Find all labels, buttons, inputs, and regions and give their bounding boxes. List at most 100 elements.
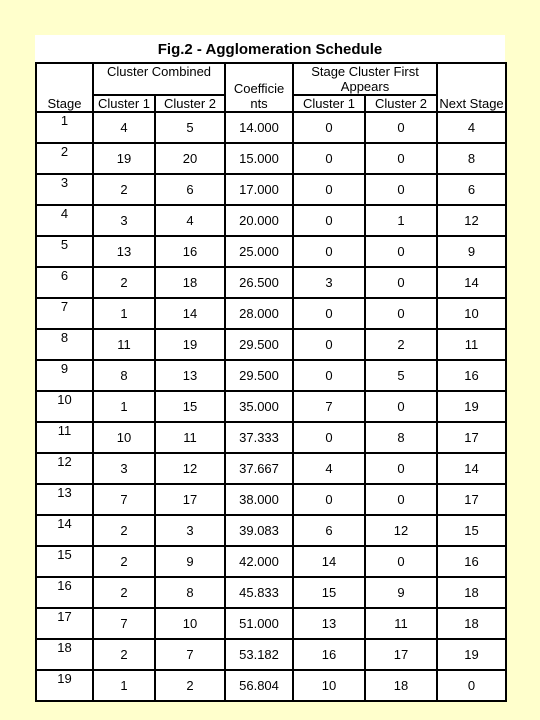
cell-first-appears-cluster-1: 0 <box>292 328 367 361</box>
cell-combined-cluster-2: 11 <box>153 421 227 454</box>
table-row: 15 2 9 42.000 14 0 16 <box>35 545 508 578</box>
cell-combined-cluster-2: 2 <box>153 669 227 702</box>
cell-stage: 9 <box>35 359 94 392</box>
cell-first-appears-cluster-2: 9 <box>364 576 439 609</box>
cell-combined-cluster-2: 20 <box>153 142 227 175</box>
cell-combined-cluster-1: 2 <box>92 514 156 547</box>
cell-next-stage: 0 <box>436 669 508 702</box>
cell-combined-cluster-1: 4 <box>92 111 156 144</box>
cell-combined-cluster-1: 7 <box>92 483 156 516</box>
cell-coefficient: 29.500 <box>224 328 295 361</box>
table-row: 3 2 6 17.000 0 0 6 <box>35 173 508 206</box>
cell-stage: 10 <box>35 390 94 423</box>
cell-combined-cluster-2: 17 <box>153 483 227 516</box>
cell-stage: 11 <box>35 421 94 454</box>
cell-combined-cluster-2: 10 <box>153 607 227 640</box>
header-first-appears-cluster-2: Cluster 2 <box>364 94 439 113</box>
cell-next-stage: 4 <box>436 111 508 144</box>
cell-first-appears-cluster-1: 10 <box>292 669 367 702</box>
cell-first-appears-cluster-2: 8 <box>364 421 439 454</box>
cell-combined-cluster-1: 2 <box>92 576 156 609</box>
cell-first-appears-cluster-2: 0 <box>364 173 439 206</box>
cell-coefficient: 25.000 <box>224 235 295 268</box>
cell-next-stage: 9 <box>436 235 508 268</box>
cell-first-appears-cluster-2: 2 <box>364 328 439 361</box>
cell-first-appears-cluster-1: 7 <box>292 390 367 423</box>
cell-next-stage: 11 <box>436 328 508 361</box>
table-body: 1 4 5 14.000 0 0 4 2 19 20 15.000 0 0 8 3 2 6 17.000 0 0 6 4 3… <box>35 111 508 702</box>
cell-combined-cluster-1: 1 <box>92 669 156 702</box>
cell-stage: 2 <box>35 142 94 175</box>
table-row: 8 11 19 29.500 0 2 11 <box>35 328 508 361</box>
cell-stage: 6 <box>35 266 94 299</box>
cell-stage: 8 <box>35 328 94 361</box>
table-header: Stage Cluster Combined Coefficie nts Sta… <box>35 62 508 113</box>
cell-combined-cluster-1: 2 <box>92 638 156 671</box>
table-row: 4 3 4 20.000 0 1 12 <box>35 204 508 237</box>
cell-combined-cluster-2: 9 <box>153 545 227 578</box>
cell-coefficient: 53.182 <box>224 638 295 671</box>
table-row: 2 19 20 15.000 0 0 8 <box>35 142 508 175</box>
table-row: 14 2 3 39.083 6 12 15 <box>35 514 508 547</box>
cell-combined-cluster-2: 12 <box>153 452 227 485</box>
cell-first-appears-cluster-2: 0 <box>364 111 439 144</box>
cell-combined-cluster-1: 1 <box>92 297 156 330</box>
table-row: 1 4 5 14.000 0 0 4 <box>35 111 508 144</box>
cell-first-appears-cluster-1: 0 <box>292 359 367 392</box>
cell-first-appears-cluster-2: 0 <box>364 545 439 578</box>
cell-first-appears-cluster-2: 0 <box>364 483 439 516</box>
cell-first-appears-cluster-1: 13 <box>292 607 367 640</box>
cell-combined-cluster-1: 19 <box>92 142 156 175</box>
header-cluster-combined: Cluster Combined <box>91 62 227 96</box>
cell-first-appears-cluster-2: 17 <box>364 638 439 671</box>
table-row: 5 13 16 25.000 0 0 9 <box>35 235 508 268</box>
cell-first-appears-cluster-2: 18 <box>364 669 439 702</box>
agglomeration-schedule-table-wrapper: Stage Cluster Combined Coefficie nts Sta… <box>35 62 508 702</box>
cell-next-stage: 10 <box>436 297 508 330</box>
table-row: 6 2 18 26.500 3 0 14 <box>35 266 508 299</box>
cell-coefficient: 29.500 <box>224 359 295 392</box>
cell-coefficient: 42.000 <box>224 545 295 578</box>
cell-stage: 12 <box>35 452 94 485</box>
cell-combined-cluster-2: 15 <box>153 390 227 423</box>
header-combined-cluster-1: Cluster 1 <box>92 94 156 113</box>
cell-stage: 1 <box>35 111 94 144</box>
cell-first-appears-cluster-2: 0 <box>364 235 439 268</box>
cell-next-stage: 14 <box>436 452 508 485</box>
table-row: 16 2 8 45.833 15 9 18 <box>35 576 508 609</box>
cell-coefficient: 37.333 <box>224 421 295 454</box>
cell-combined-cluster-2: 18 <box>153 266 227 299</box>
header-first-appears-cluster-1: Cluster 1 <box>292 94 367 113</box>
cell-stage: 3 <box>35 173 94 206</box>
cell-first-appears-cluster-2: 5 <box>364 359 439 392</box>
cell-combined-cluster-1: 2 <box>92 173 156 206</box>
cell-stage: 15 <box>35 545 94 578</box>
cell-combined-cluster-1: 2 <box>92 266 156 299</box>
table-row: 18 2 7 53.182 16 17 19 <box>35 638 508 671</box>
cell-first-appears-cluster-2: 0 <box>364 297 439 330</box>
table-row: 7 1 14 28.000 0 0 10 <box>35 297 508 330</box>
cell-combined-cluster-2: 13 <box>153 359 227 392</box>
cell-combined-cluster-2: 14 <box>153 297 227 330</box>
cell-coefficient: 26.500 <box>224 266 295 299</box>
cell-stage: 4 <box>35 204 94 237</box>
cell-coefficient: 35.000 <box>224 390 295 423</box>
cell-coefficient: 17.000 <box>224 173 295 206</box>
cell-first-appears-cluster-2: 0 <box>364 142 439 175</box>
cell-next-stage: 19 <box>436 638 508 671</box>
cell-first-appears-cluster-1: 16 <box>292 638 367 671</box>
cell-combined-cluster-1: 13 <box>92 235 156 268</box>
cell-next-stage: 12 <box>436 204 508 237</box>
cell-first-appears-cluster-2: 0 <box>364 266 439 299</box>
cell-first-appears-cluster-1: 14 <box>292 545 367 578</box>
cell-first-appears-cluster-2: 12 <box>364 514 439 547</box>
cell-coefficient: 56.804 <box>224 669 295 702</box>
cell-combined-cluster-1: 2 <box>92 545 156 578</box>
cell-next-stage: 15 <box>436 514 508 547</box>
cell-combined-cluster-1: 11 <box>92 328 156 361</box>
cell-combined-cluster-1: 7 <box>92 607 156 640</box>
cell-first-appears-cluster-1: 3 <box>292 266 367 299</box>
cell-next-stage: 16 <box>436 359 508 392</box>
cell-stage: 7 <box>35 297 94 330</box>
cell-first-appears-cluster-1: 15 <box>292 576 367 609</box>
